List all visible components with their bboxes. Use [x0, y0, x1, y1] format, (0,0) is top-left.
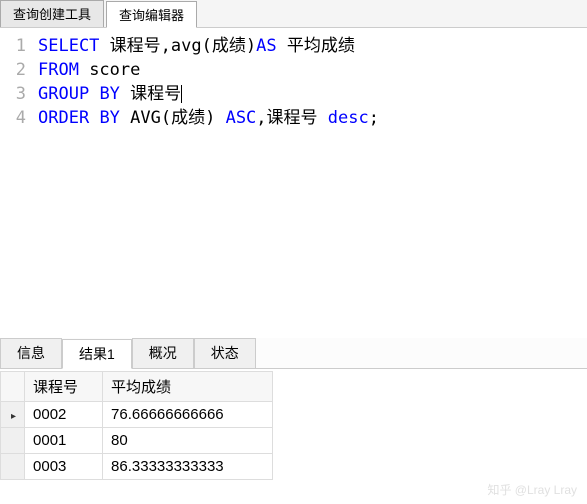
- table-row[interactable]: ▸ 000276.66666666666: [1, 402, 273, 428]
- table-row[interactable]: 000386.33333333333: [1, 454, 273, 480]
- cell[interactable]: 0003: [25, 454, 103, 480]
- code-content[interactable]: GROUP BY 课程号: [38, 82, 587, 106]
- cell[interactable]: 86.33333333333: [103, 454, 273, 480]
- code-line[interactable]: 2FROM score: [0, 58, 587, 82]
- row-handle[interactable]: [1, 454, 25, 480]
- results-grid: 课程号平均成绩 ▸ 000276.66666666666000180000386.3…: [0, 371, 273, 480]
- code-line[interactable]: 3GROUP BY 课程号: [0, 82, 587, 106]
- cell[interactable]: 80: [103, 428, 273, 454]
- watermark: 知乎 @Lray Lray: [487, 481, 577, 498]
- top-tab-0[interactable]: 查询创建工具: [0, 0, 104, 27]
- row-marker-icon: [9, 463, 11, 474]
- line-number: 1: [0, 34, 38, 58]
- text-cursor: [181, 85, 182, 103]
- row-handle[interactable]: [1, 428, 25, 454]
- cell[interactable]: 0002: [25, 402, 103, 428]
- row-marker-icon: ▸: [9, 411, 16, 422]
- code-line[interactable]: 1SELECT 课程号,avg(成绩)AS 平均成绩: [0, 34, 587, 58]
- cell[interactable]: 0001: [25, 428, 103, 454]
- column-header[interactable]: 课程号: [25, 372, 103, 402]
- top-tab-1[interactable]: 查询编辑器: [106, 1, 197, 28]
- code-content[interactable]: SELECT 课程号,avg(成绩)AS 平均成绩: [38, 34, 587, 58]
- code-content[interactable]: ORDER BY AVG(成绩) ASC,课程号 desc;: [38, 106, 587, 130]
- result-tab-2[interactable]: 概况: [132, 338, 194, 368]
- row-handle[interactable]: ▸: [1, 402, 25, 428]
- result-tabs: 信息结果1概况状态: [0, 338, 587, 369]
- line-number: 3: [0, 82, 38, 106]
- sql-editor[interactable]: 1SELECT 课程号,avg(成绩)AS 平均成绩2FROM score3GR…: [0, 28, 587, 338]
- result-tab-3[interactable]: 状态: [194, 338, 256, 368]
- result-tab-0[interactable]: 信息: [0, 338, 62, 368]
- row-marker-icon: [9, 437, 11, 448]
- code-line[interactable]: 4ORDER BY AVG(成绩) ASC,课程号 desc;: [0, 106, 587, 130]
- line-number: 2: [0, 58, 38, 82]
- result-tab-1[interactable]: 结果1: [62, 339, 132, 369]
- cell[interactable]: 76.66666666666: [103, 402, 273, 428]
- column-header[interactable]: 平均成绩: [103, 372, 273, 402]
- table-row[interactable]: 000180: [1, 428, 273, 454]
- top-tabs: 查询创建工具查询编辑器: [0, 0, 587, 28]
- row-handle-header: [1, 372, 25, 402]
- code-content[interactable]: FROM score: [38, 58, 587, 82]
- line-number: 4: [0, 106, 38, 130]
